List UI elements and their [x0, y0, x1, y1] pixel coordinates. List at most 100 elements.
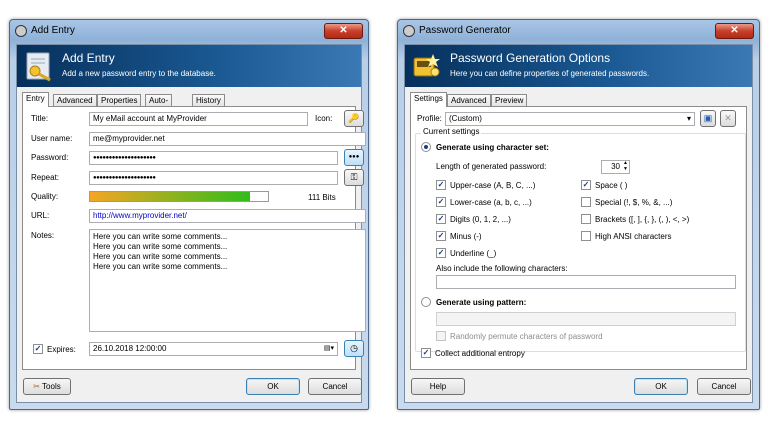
help-button[interactable]: Help [411, 378, 465, 395]
lock-icon [403, 25, 415, 37]
notes-line: Here you can write some comments... [93, 242, 228, 251]
notes-textarea[interactable]: Here you can write some comments... Here… [89, 229, 366, 332]
generate-password-button[interactable]: ⚿ [344, 169, 364, 186]
also-include-label: Also include the following characters: [436, 264, 568, 273]
underline-checkbox[interactable]: ✓ [436, 248, 446, 258]
key-generator-icon: ⚿ [350, 172, 358, 182]
quality-bits: 111 Bits [308, 193, 336, 202]
notes-label: Notes: [31, 231, 55, 240]
save-icon: ▣ [703, 113, 713, 123]
username-label: User name: [31, 134, 73, 143]
save-profile-button[interactable]: ▣ [700, 110, 716, 127]
window-title: Password Generator [419, 25, 511, 36]
ok-button[interactable]: OK [246, 378, 300, 395]
space-checkbox[interactable]: ✓ [581, 180, 591, 190]
also-include-input[interactable] [436, 275, 736, 289]
banner-subtitle: Here you can define properties of genera… [450, 69, 650, 78]
spinner-icon[interactable]: ▲ ▼ [623, 161, 628, 172]
window-title: Add Entry [31, 25, 75, 36]
banner-subtitle: Add a new password entry to the database… [62, 69, 216, 78]
charset-radio-label: Generate using character set: [436, 143, 549, 152]
add-entry-banner: Add Entry Add a new password entry to th… [17, 45, 361, 87]
pattern-radio-label: Generate using pattern: [436, 298, 527, 307]
length-value: 30 [611, 162, 620, 171]
pattern-input[interactable] [436, 312, 736, 326]
entropy-label: Collect additional entropy [435, 349, 525, 358]
expires-date-input[interactable]: 26.10.2018 12:00:00 ▤▾ [89, 342, 338, 356]
minus-checkbox[interactable]: ✓ [436, 231, 446, 241]
calendar-dropdown-icon[interactable]: ▤▾ [324, 343, 334, 355]
notes-line: Here you can write some comments... [93, 262, 228, 271]
password-generator-banner: Password Generation Options Here you can… [405, 45, 752, 87]
brackets-checkbox[interactable] [581, 214, 591, 224]
special-checkbox[interactable] [581, 197, 591, 207]
title-label: Title: [31, 114, 49, 123]
password-input[interactable]: ●●●●●●●●●●●●●●●●●●●● [89, 151, 338, 165]
password-generator-client: Password Generation Options Here you can… [404, 44, 753, 403]
url-input[interactable]: http://www.myprovider.net/ [89, 209, 366, 223]
digits-label: Digits (0, 1, 2, ...) [450, 215, 511, 224]
delete-icon: ✕ [724, 113, 732, 123]
username-input[interactable]: me@myprovider.net [89, 132, 366, 146]
lowercase-checkbox[interactable]: ✓ [436, 197, 446, 207]
cancel-button[interactable]: Cancel [697, 378, 751, 395]
brackets-label: Brackets ([, ], {, }, (, ), <, >) [595, 215, 690, 224]
password-generator-window: Password Generator ✕ Password Generation… [397, 19, 760, 410]
pattern-radio[interactable] [421, 297, 431, 307]
expires-checkbox[interactable]: ✓ [33, 344, 43, 354]
add-entry-window: Add Entry ✕ Add Entry Add a new password… [9, 19, 369, 410]
current-settings-label: Current settings [421, 127, 482, 136]
close-button[interactable]: ✕ [715, 23, 754, 39]
quality-fill [90, 192, 251, 201]
show-password-button[interactable]: ●●● [344, 149, 364, 166]
permute-checkbox[interactable] [436, 331, 446, 341]
tab-entry[interactable]: Entry [22, 92, 49, 107]
uppercase-label: Upper-case (A, B, C, ...) [450, 181, 536, 190]
profile-label: Profile: [417, 114, 442, 123]
length-input[interactable]: 30 ▲ ▼ [601, 160, 630, 174]
notes-line: Here you can write some comments... [93, 252, 228, 261]
expires-label: Expires: [47, 345, 76, 354]
quality-label: Quality: [31, 192, 59, 201]
space-label: Space ( ) [595, 181, 628, 190]
icon-label: Icon: [315, 114, 333, 123]
cancel-button[interactable]: Cancel [308, 378, 362, 395]
password-label: Password: [31, 153, 69, 162]
underline-label: Underline (_) [450, 249, 497, 258]
title-input[interactable]: My eMail account at MyProvider [89, 112, 308, 126]
repeat-input[interactable]: ●●●●●●●●●●●●●●●●●●●● [89, 171, 338, 185]
tools-button[interactable]: ✂ Tools [23, 378, 71, 395]
delete-profile-button[interactable]: ✕ [720, 110, 736, 127]
digits-checkbox[interactable]: ✓ [436, 214, 446, 224]
tools-label: Tools [42, 382, 61, 391]
clock-icon: ◷ [350, 343, 358, 353]
minus-label: Minus (-) [450, 232, 482, 241]
banner-title: Add Entry [62, 51, 115, 65]
high-ansi-checkbox[interactable] [581, 231, 591, 241]
profile-select[interactable]: (Custom) ▾ [445, 112, 695, 126]
close-button[interactable]: ✕ [324, 23, 363, 39]
profile-value: (Custom) [449, 114, 482, 123]
special-label: Special (!, $, %, &, ...) [595, 198, 673, 207]
icon-picker-button[interactable]: 🔑 [344, 110, 364, 127]
expiry-presets-button[interactable]: ◷ [344, 340, 364, 357]
charset-radio[interactable] [421, 142, 431, 152]
length-label: Length of generated password: [436, 162, 547, 171]
chevron-down-icon: ▾ [686, 114, 691, 123]
add-entry-titlebar[interactable]: Add Entry ✕ [10, 20, 368, 42]
tools-icon: ✂ [33, 382, 40, 391]
ok-button[interactable]: OK [634, 378, 688, 395]
uppercase-checkbox[interactable]: ✓ [436, 180, 446, 190]
add-entry-client: Add Entry Add a new password entry to th… [16, 44, 366, 403]
tab-settings[interactable]: Settings [410, 92, 447, 107]
key-generator-icon [413, 54, 440, 77]
repeat-label: Repeat: [31, 173, 60, 182]
key-icon: 🔑 [348, 113, 360, 123]
password-generator-titlebar[interactable]: Password Generator ✕ [398, 20, 759, 42]
entropy-checkbox[interactable]: ✓ [421, 348, 431, 358]
quality-bar [89, 191, 269, 202]
high-ansi-label: High ANSI characters [595, 232, 672, 241]
key-icon [26, 52, 51, 82]
url-label: URL: [31, 211, 50, 220]
settings-panel: Profile: (Custom) ▾ ▣ ✕ Current settings… [410, 106, 747, 370]
